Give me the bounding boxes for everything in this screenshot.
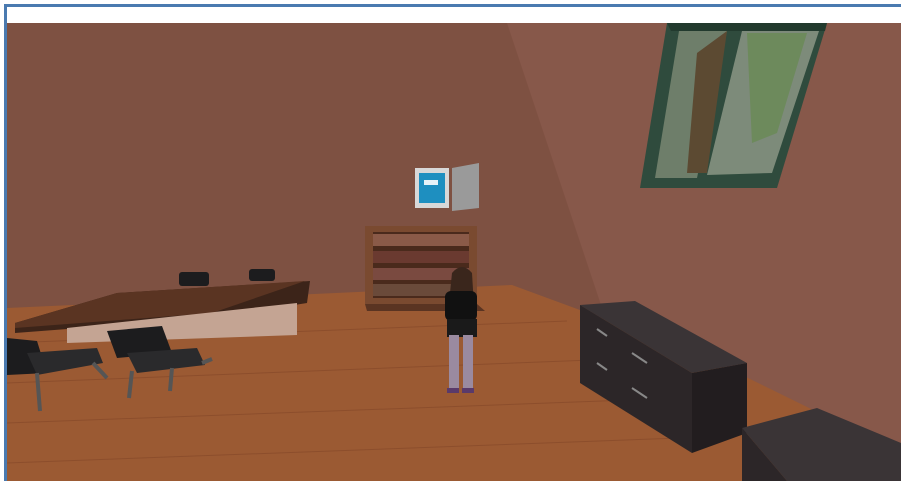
monitor-screen[interactable] bbox=[419, 173, 445, 203]
wall-monitor[interactable] bbox=[415, 163, 479, 211]
monitor-dialog bbox=[424, 180, 438, 185]
chair-back-2 bbox=[249, 269, 275, 281]
avatar-top bbox=[445, 291, 477, 321]
monitor-door bbox=[452, 163, 479, 211]
game-viewport[interactable] bbox=[7, 23, 901, 481]
chair-back-1 bbox=[179, 272, 209, 286]
scene-canvas[interactable] bbox=[7, 23, 901, 481]
